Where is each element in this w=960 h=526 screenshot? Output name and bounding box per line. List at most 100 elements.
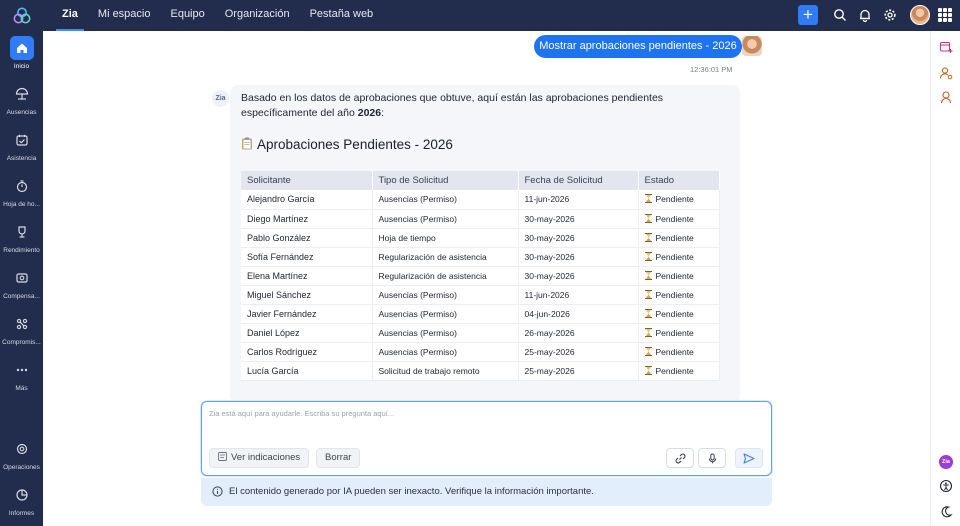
hourglass-icon — [644, 365, 652, 375]
table-cell-text: Pendiente — [655, 365, 694, 376]
attach-link-button[interactable] — [666, 448, 694, 468]
tab-equipo[interactable]: Equipo — [160, 0, 214, 31]
sidebar-item-mas[interactable]: Más — [0, 358, 43, 392]
table-cell: Hoja de tiempo — [372, 228, 519, 248]
sidebar-item-asistencia[interactable]: Asistencia — [0, 128, 43, 162]
sidebar-item-compromiso[interactable]: Compromis... — [0, 312, 43, 346]
sidebar-item-operaciones[interactable]: Operaciones — [0, 437, 43, 471]
table-cell: Javier Fernández — [241, 304, 373, 324]
table-row: Pablo González Hoja de tiempo 30-may-2026 P… — [241, 228, 720, 248]
sidebar-item-label: Informes — [8, 510, 35, 517]
table-cell-text: Miguel Sánchez — [247, 289, 312, 300]
engagement-icon — [16, 318, 27, 330]
table-cell: 26-may-2026 — [518, 323, 639, 343]
zia-assistant-icon[interactable]: Zia — [939, 455, 953, 469]
send-button[interactable] — [735, 448, 763, 468]
table-cell-text: Ausencias (Permiso) — [378, 213, 457, 224]
hourglass-icon — [644, 213, 652, 223]
table-cell: Pendiente — [638, 323, 720, 343]
column-header: Fecha de Solicitud — [518, 171, 639, 190]
table-cell-text: Hoja de tiempo — [378, 232, 436, 243]
right-rail: Zia — [930, 31, 960, 526]
chat-input-placeholder[interactable]: Zia está aquí para ayudarle. Escriba su … — [209, 409, 394, 418]
sidebar-item-hoja-de-horas[interactable]: Hoja de ho... — [0, 174, 43, 208]
table-cell: Pablo González — [241, 228, 373, 248]
search-icon[interactable] — [833, 8, 847, 22]
table-cell-text: Ausencias (Permiso) — [378, 308, 457, 319]
table-cell-text: Pendiente — [655, 194, 694, 205]
table-cell: Ausencias (Permiso) — [372, 342, 519, 362]
table-cell-text: 26-may-2026 — [524, 327, 575, 338]
clear-button[interactable]: Borrar — [316, 448, 361, 468]
table-cell: Ausencias (Permiso) — [372, 323, 519, 343]
user-settings-icon[interactable] — [939, 66, 953, 80]
table-cell-text: 04-jun-2026 — [524, 308, 570, 319]
table-cell-text: 30-may-2026 — [524, 213, 575, 224]
table-cell: Daniel López — [241, 323, 373, 343]
hourglass-icon — [644, 327, 652, 337]
sidebar-item-informes[interactable]: Informes — [0, 483, 43, 517]
dark-mode-moon-icon[interactable] — [939, 505, 953, 519]
apps-grid-icon[interactable] — [938, 8, 952, 22]
user-avatar[interactable] — [910, 5, 930, 25]
sidebar-item-ausencias[interactable]: Ausencias — [0, 82, 43, 116]
table-cell-text: 25-may-2026 — [524, 365, 575, 376]
prompts-icon — [218, 452, 227, 461]
info-icon — [212, 486, 223, 497]
main-tabs: Zia Mi espacio Equipo Organización Pesta… — [52, 0, 383, 31]
sidebar-item-rendimiento[interactable]: Rendimiento — [0, 220, 43, 254]
table-cell: Alejandro García — [241, 190, 373, 210]
table-cell: 30-may-2026 — [518, 209, 639, 229]
table-cell-text: 30-may-2026 — [524, 251, 575, 262]
tab-organizacion[interactable]: Organización — [215, 0, 300, 31]
hourglass-icon — [644, 308, 652, 318]
table-cell-text: Pendiente — [655, 346, 694, 357]
hourglass-icon — [644, 289, 652, 299]
table-cell: 25-may-2026 — [518, 342, 639, 362]
table-row: Alejandro García Ausencias (Permiso) 11-ju… — [241, 190, 720, 210]
table-cell: Pendiente — [638, 190, 720, 210]
left-sidebar: Inicio Ausencias Asistencia Hoja de ho..… — [0, 31, 43, 526]
table-cell: Pendiente — [638, 247, 720, 267]
table-cell: Pendiente — [638, 304, 720, 324]
sidebar-item-label: Ausencias — [6, 109, 37, 116]
table-cell: Pendiente — [638, 209, 720, 229]
link-icon — [675, 453, 685, 463]
microphone-button[interactable] — [698, 448, 726, 468]
hourglass-icon — [644, 346, 652, 356]
column-header: Tipo de Solicitud — [372, 171, 519, 190]
table-cell: 30-may-2026 — [518, 228, 639, 248]
sidebar-item-compensacion[interactable]: Compensa... — [0, 266, 43, 300]
tab-mi-espacio[interactable]: Mi espacio — [88, 0, 161, 31]
table-cell: Ausencias (Permiso) — [372, 209, 519, 229]
table-cell-text: Pendiente — [655, 213, 694, 224]
view-prompts-button[interactable]: Ver indicaciones — [209, 448, 310, 468]
table-cell-text: Regularización de asistencia — [378, 251, 487, 262]
table-row: Sofía Fernández Regularización de asisten… — [241, 247, 720, 267]
table-cell-text: Pendiente — [655, 327, 694, 338]
compensation-icon — [15, 273, 28, 283]
table-cell-text: Pendiente — [655, 289, 694, 300]
gear-icon[interactable] — [883, 8, 897, 22]
table-cell-text: 11-jun-2026 — [524, 194, 570, 205]
operations-icon — [16, 443, 27, 455]
table-cell: Solicitud de trabajo remoto — [372, 361, 519, 381]
table-cell: 30-may-2026 — [518, 266, 639, 286]
tab-zia[interactable]: Zia — [52, 0, 88, 31]
table-cell-text: Pendiente — [655, 270, 694, 281]
bell-icon[interactable] — [858, 8, 872, 22]
sidebar-item-label: Rendimiento — [3, 247, 40, 254]
tab-pestana-web[interactable]: Pestaña web — [300, 0, 384, 31]
table-cell-text: Solicitud de trabajo remoto — [378, 365, 480, 376]
person-badge-icon[interactable] — [939, 90, 953, 104]
app-logo-icon[interactable] — [12, 6, 32, 26]
calendar-add-icon[interactable] — [939, 40, 953, 54]
add-button[interactable]: + — [798, 5, 818, 25]
table-cell-text: Lucía García — [247, 365, 299, 376]
ai-disclaimer-notice: El contenido generado por IA pueden ser … — [201, 478, 772, 506]
table-cell: Sofía Fernández — [241, 247, 373, 267]
table-cell-text: Javier Fernández — [247, 308, 317, 319]
accessibility-icon[interactable] — [939, 479, 953, 493]
table-cell: Pendiente — [638, 361, 720, 381]
sidebar-item-inicio[interactable]: Inicio — [0, 36, 43, 70]
